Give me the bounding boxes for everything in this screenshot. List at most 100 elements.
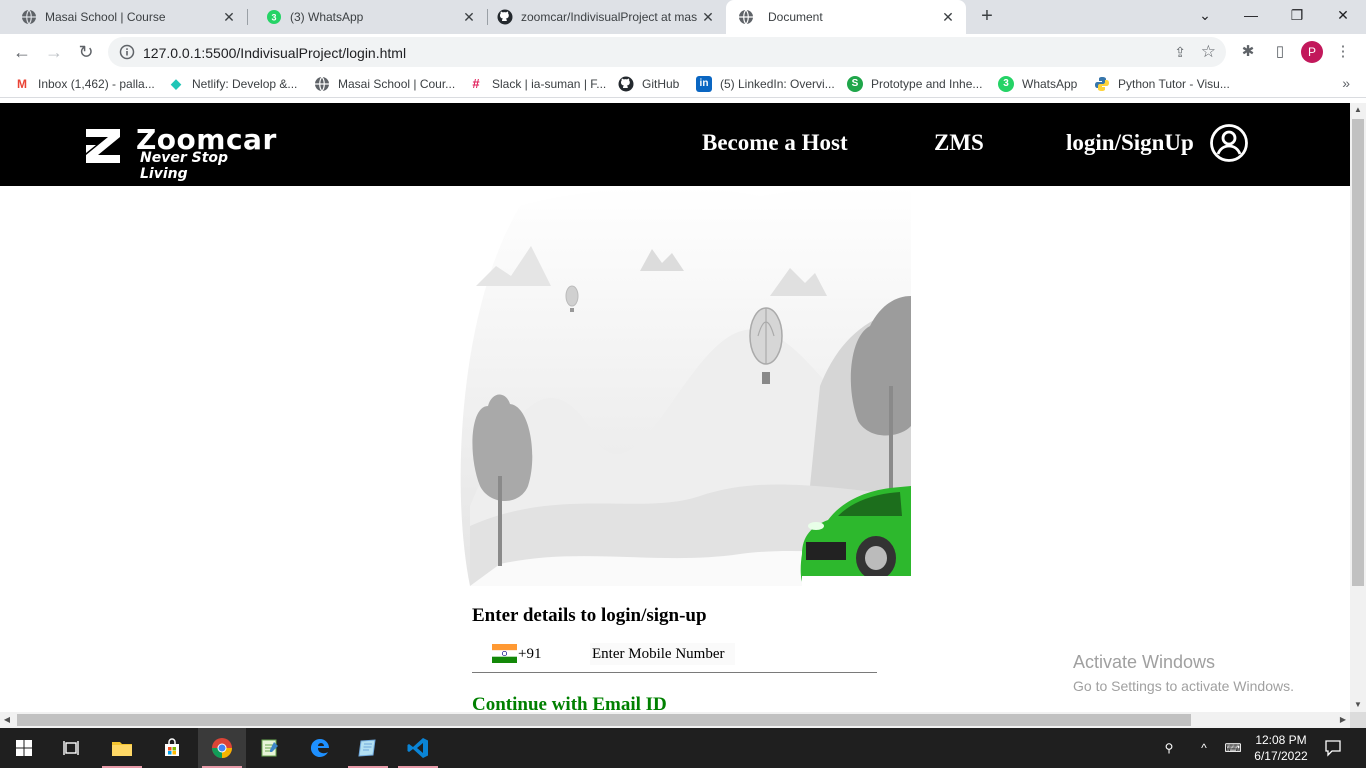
show-hidden-icons-icon[interactable]: ^ [1194,728,1214,768]
bookmark-star-icon[interactable]: ☆ [1201,42,1216,62]
bookmark-prototype[interactable]: S Prototype and Inhe... [847,76,982,92]
python-icon [1095,77,1109,91]
vertical-scroll-thumb[interactable] [1352,119,1364,586]
system-clock[interactable]: 12:08 PM 6/17/2022 [1248,732,1314,764]
close-window-button[interactable]: ✕ [1320,0,1366,34]
windows-taskbar: ⚲ ^ ⌨ 12:08 PM 6/17/2022 [0,728,1366,768]
notepad-icon [261,739,278,757]
zoomcar-logo[interactable]: Zoomcar Never Stop Living [82,123,276,182]
people-icon[interactable]: ⚲ [1156,728,1182,768]
bookmark-slack[interactable]: # Slack | ia-suman | F... [468,76,606,92]
start-button[interactable] [0,728,48,768]
slack-icon: # [472,76,480,91]
share-icon[interactable]: ⇪ [1174,44,1186,61]
site-info-icon[interactable] [119,44,135,60]
keyboard-icon[interactable]: ⌨ [1220,728,1246,768]
bookmark-label: Inbox (1,462) - palla... [38,77,155,91]
back-button[interactable]: ← [10,40,34,64]
svg-text:3: 3 [271,13,276,23]
close-tab-icon[interactable]: ✕ [219,9,239,26]
bookmark-gmail[interactable]: M Inbox (1,462) - palla... [14,76,155,92]
side-panel-icon[interactable]: ▯ [1270,42,1290,62]
scroll-right-arrow-icon[interactable]: ▶ [1336,712,1350,728]
horizontal-scroll-thumb[interactable] [17,714,1191,726]
taskbar-edge[interactable] [296,728,344,768]
bookmark-netlify[interactable]: ◆ Netlify: Develop &... [168,76,297,92]
bookmark-label: GitHub [642,77,680,91]
scroll-left-arrow-icon[interactable]: ◀ [0,712,14,728]
taskbar-chrome[interactable] [198,728,246,768]
user-account-icon[interactable] [1209,123,1249,163]
taskbar-app[interactable] [344,728,392,768]
bookmark-github[interactable]: GitHub [618,76,679,92]
tab-document[interactable]: Document ✕ [726,0,966,34]
brand-tagline: Never Stop Living [140,150,229,182]
login-illustration [460,186,911,586]
bookmark-label: Prototype and Inhe... [871,77,983,91]
action-center-icon [1325,740,1341,757]
task-view-button[interactable] [48,728,96,768]
close-tab-icon[interactable]: ✕ [698,9,718,26]
clock-date: 6/17/2022 [1254,749,1308,763]
github-icon [618,76,634,92]
country-code: +91 [518,646,542,662]
tab-title: zoomcar/IndivisualProject at mas [521,10,698,24]
nav-login-signup[interactable]: login/SignUp [1066,130,1194,156]
extensions-icon[interactable]: ✱ [1238,42,1258,62]
scroll-down-arrow-icon[interactable]: ▼ [1350,698,1366,712]
globe-icon [22,9,36,25]
netlify-icon: ◆ [171,76,181,91]
continue-with-email-link[interactable]: Continue with Email ID [472,694,667,712]
close-tab-icon[interactable]: ✕ [938,9,958,26]
bookmark-label: (5) LinkedIn: Overvi... [720,77,835,91]
chrome-menu-icon[interactable]: ⋮ [1333,42,1353,62]
bookmarks-bar: M Inbox (1,462) - palla... ◆ Netlify: De… [0,70,1366,98]
nav-zms[interactable]: ZMS [934,130,984,156]
tab-search-icon[interactable]: ⌄ [1182,0,1228,34]
whatsapp-icon: 3 [998,76,1014,92]
github-icon [497,9,513,25]
mobile-number-input[interactable] [590,643,735,665]
bookmark-python-tutor[interactable]: Python Tutor - Visu... [1094,76,1230,92]
s-green-icon: S [847,76,863,92]
tab-masai-school[interactable]: Masai School | Course ✕ [0,0,247,34]
folder-icon [112,742,132,756]
tab-title: Masai School | Course [45,10,166,24]
minimize-button[interactable]: — [1228,0,1274,34]
new-tab-button[interactable]: + [976,5,998,29]
notifications-icon[interactable] [1318,728,1348,768]
india-flag-icon [492,644,517,663]
profile-avatar[interactable]: P [1301,41,1323,63]
address-bar[interactable]: 127.0.0.1:5500/IndivisualProject/login.h… [108,37,1226,67]
bookmark-label: WhatsApp [1022,77,1078,91]
vertical-scrollbar[interactable]: ▲ ▼ [1350,103,1366,712]
forward-button[interactable]: → [42,40,66,64]
tab-whatsapp[interactable]: 3 (3) WhatsApp ✕ [245,0,487,34]
task-view-icon [63,741,79,755]
restore-button[interactable]: ❐ [1274,0,1320,34]
taskbar-store[interactable] [148,728,196,768]
bookmark-label: Slack | ia-suman | F... [492,77,607,91]
more-bookmarks-icon[interactable]: » [1342,75,1350,91]
tab-github[interactable]: zoomcar/IndivisualProject at mas ✕ [476,0,726,34]
taskbar-notepad[interactable] [246,728,294,768]
watermark-subtitle: Go to Settings to activate Windows. [1073,678,1294,694]
bookmark-masai[interactable]: Masai School | Cour... [314,76,455,92]
bookmark-label: Masai School | Cour... [338,77,456,91]
horizontal-scrollbar[interactable]: ◀ ▶ [0,712,1350,728]
url-text[interactable]: 127.0.0.1:5500/IndivisualProject/login.h… [143,45,406,61]
taskbar-vscode[interactable] [394,728,442,768]
clock-time: 12:08 PM [1255,733,1307,747]
bookmark-label: Netlify: Develop &... [192,77,298,91]
watermark-title: Activate Windows [1073,652,1216,672]
bookmark-linkedin[interactable]: in (5) LinkedIn: Overvi... [696,76,835,92]
linkedin-icon: in [696,76,712,92]
scrollbar-corner [1350,712,1366,728]
nav-become-host[interactable]: Become a Host [702,130,848,156]
bookmark-whatsapp[interactable]: 3 WhatsApp [998,76,1077,92]
reload-button[interactable]: ↻ [74,40,98,64]
scroll-up-arrow-icon[interactable]: ▲ [1350,103,1366,117]
activate-windows-watermark: Activate Windows Go to Settings to activ… [1073,652,1294,694]
edge-icon [310,738,329,757]
taskbar-file-explorer[interactable] [98,728,146,768]
